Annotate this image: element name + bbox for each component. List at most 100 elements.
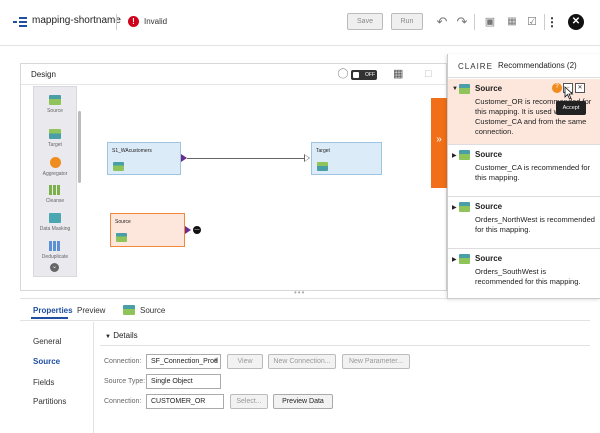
add-link-icon[interactable]: — [193,226,201,234]
recommendation-name: Source [475,254,503,263]
palette-item-data-masking[interactable]: Data Masking [34,213,76,232]
mapping-icon [13,17,27,27]
mapping-name[interactable]: mapping-shortname [32,15,121,26]
nav-partitions[interactable]: Partitions [33,397,66,406]
palette-item-deduplicate[interactable]: Deduplicate [34,241,76,260]
connection-value: SF_Connection_Prod [151,358,218,365]
caret-right-icon[interactable]: ▶ [452,152,457,159]
recommendation-name: Source [475,202,503,211]
divider [100,345,590,346]
new-connection-button[interactable]: New Connection... [268,354,336,369]
source-type-value: Single Object [151,378,193,385]
palette-label: Data Masking [39,226,71,232]
chevron-down-icon: ▼ [213,358,219,364]
select-button[interactable]: Select... [230,394,268,409]
caret-right-icon[interactable]: ▶ [452,204,457,211]
divider [21,84,446,85]
close-icon[interactable]: ✕ [568,14,584,30]
output-port-icon[interactable] [185,226,191,234]
trash-icon[interactable]: □ [425,68,437,80]
object-field[interactable]: CUSTOMER_OR [146,394,224,409]
undo-icon[interactable]: ↶ [432,12,452,32]
grid-icon[interactable]: ▦ [393,68,405,80]
active-tab-indicator [31,317,68,319]
nav-source[interactable]: Source [33,357,60,366]
source-type-select[interactable]: Single Object [146,374,221,389]
recommendation-text: Orders_NorthWest is recommended for this… [475,215,595,234]
recommendations-title: Recommendations (2) [498,61,577,70]
palette-item-cleanse[interactable]: Cleanse [34,185,76,204]
accept-tooltip: Accept [556,101,586,115]
object-value: CUSTOMER_OR [151,398,206,405]
transformation-palette: Source Target Aggregator Cleanse Data Ma… [33,86,81,277]
tab-properties[interactable]: Properties [33,306,73,315]
recommendation-item[interactable]: ▶ Source Orders_SouthWest is recommended… [448,249,600,299]
node-label: S1_WAcustomers [112,148,152,154]
toggle-label: OFF [365,72,375,78]
dismiss-icon[interactable]: ✕ [575,83,585,93]
tab-preview[interactable]: Preview [77,306,105,315]
source-type-label: Source Type: [104,378,146,385]
data-masking-icon [49,213,61,223]
resize-handle-icon[interactable]: ••• [294,288,305,297]
palette-item-aggregator[interactable]: Aggregator [34,157,76,177]
collapse-panel-button[interactable]: » [431,98,447,188]
cursor-icon [564,86,574,100]
claire-logo: CLAIRE [458,62,493,71]
details-section-header[interactable]: ▼ Details [105,331,138,340]
deduplicate-icon [49,241,61,251]
divider [474,14,475,30]
palette-label: Source [47,108,63,114]
parameters-icon[interactable]: ▦ [502,12,522,32]
view-button[interactable]: View [227,354,263,369]
palette-scrollbar[interactable] [78,111,81,183]
recommendation-name: Source [475,84,503,93]
selected-object-label: Source [140,306,166,315]
divider [93,322,94,433]
validate-icon[interactable]: ▣ [480,12,500,32]
node-target[interactable]: Target [311,142,382,175]
nav-general[interactable]: General [33,337,61,346]
node-source[interactable]: Source [110,213,185,247]
save-button[interactable]: Save [347,13,383,30]
link-line [187,158,305,159]
caret-down-icon[interactable]: ▼ [452,86,458,92]
design-title: Design [31,70,56,79]
design-panel: Design ◯ OFF ▦ □ Source Target Aggregato… [20,63,447,291]
node-label: Target [316,148,330,154]
lightbulb-icon: ◯ [337,68,349,79]
source-icon [49,95,61,105]
more-vertical-icon[interactable]: ⋮ [542,12,562,32]
object-label: Connection: [104,398,142,405]
palette-label: Cleanse [45,198,65,204]
node-label: Source [115,219,131,225]
preview-data-button[interactable]: Preview Data [273,394,333,409]
input-port-fill [305,155,309,161]
caret-right-icon[interactable]: ▶ [452,256,457,263]
palette-label: Aggregator [42,171,68,177]
redo-icon[interactable]: ↷ [452,12,472,32]
palette-label: Deduplicate [41,254,69,260]
recommendation-item[interactable]: ▶ Source Orders_NorthWest is recommended… [448,197,600,249]
check-icon[interactable]: ☑ [522,12,542,32]
palette-more-icon[interactable]: ⌄ [50,263,59,272]
palette-item-target[interactable]: Target [34,129,76,148]
divider [20,298,447,299]
new-parameter-button[interactable]: New Parameter... [342,354,410,369]
palette-item-source[interactable]: Source [34,95,76,114]
double-chevron-right-icon: » [436,134,442,145]
connection-select[interactable]: SF_Connection_Prod [146,354,221,369]
node-s1-wacustomers[interactable]: S1_WAcustomers [107,142,181,175]
recommendation-text: Customer_CA is recommended for this mapp… [475,163,591,182]
recommendation-name: Source [475,150,503,159]
recommendations-panel: CLAIRE Recommendations (2) ▼ Source ? − … [447,54,600,299]
palette-label: Target [48,142,62,148]
divider [116,14,117,30]
nav-fields[interactable]: Fields [33,378,54,387]
recommendation-item[interactable]: ▶ Source Customer_CA is recommended for … [448,145,600,197]
recommendations-toggle[interactable]: OFF [351,70,377,80]
run-button[interactable]: Run [391,13,423,30]
target-icon [317,162,328,171]
info-icon[interactable]: ? [552,83,562,93]
cleanse-icon [49,185,61,195]
